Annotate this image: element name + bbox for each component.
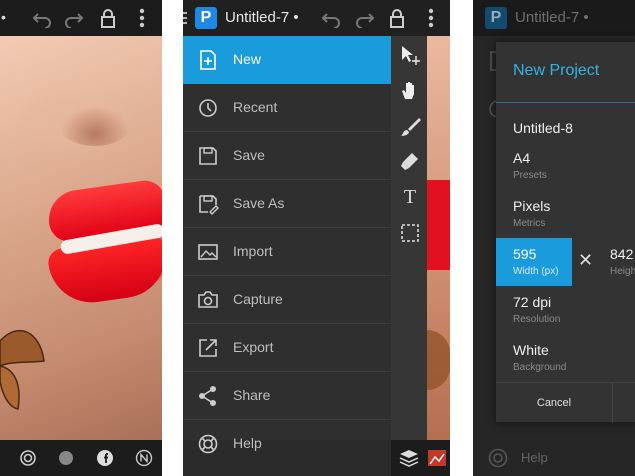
hand-tool-icon[interactable]	[399, 79, 421, 101]
background-value: White	[513, 342, 549, 358]
file-menu: New Recent Save Save As Import Capture E…	[183, 36, 391, 454]
height-label: Height (px)	[610, 266, 635, 277]
help-icon	[197, 433, 219, 455]
share-icon	[197, 385, 219, 407]
new-project-dialog: New Project Untitled-8 A4 Presets Pixels…	[496, 42, 635, 423]
photo-canvas[interactable]	[0, 36, 162, 440]
bottom-toolbar	[0, 440, 162, 476]
tool-strip: T	[391, 36, 427, 440]
eraser-tool-icon[interactable]	[399, 150, 421, 172]
background-label: Background	[513, 362, 567, 373]
menu-item-label: Help	[233, 435, 262, 451]
brush-tool-icon[interactable]	[399, 116, 421, 138]
overflow-menu-icon[interactable]	[423, 8, 439, 28]
cancel-button[interactable]: Cancel	[496, 383, 613, 423]
presets-field[interactable]: A4 Presets	[496, 142, 635, 190]
menu-item-new[interactable]: New	[183, 36, 391, 84]
preset-value: A4	[513, 150, 531, 166]
help-icon	[487, 447, 509, 469]
app-logo[interactable]: P	[195, 7, 217, 29]
menu-item-save[interactable]: Save	[183, 132, 391, 180]
preset-label: Presets	[513, 170, 547, 181]
menu-item-label: Import	[233, 243, 273, 259]
menu-item-share[interactable]: Share	[183, 372, 391, 420]
swap-dimensions-icon[interactable]: ✕	[578, 250, 593, 271]
undo-icon[interactable]	[32, 8, 52, 28]
overflow-menu-icon[interactable]	[134, 8, 150, 28]
redo-icon[interactable]	[64, 8, 84, 28]
dialog-divider	[496, 102, 635, 103]
menu-item-recent[interactable]: Recent	[183, 84, 391, 132]
top-toolbar: P Untitled-7 •	[183, 0, 450, 36]
menu-item-label: Capture	[233, 291, 283, 307]
metrics-field[interactable]: Pixels Metrics	[496, 190, 635, 238]
dialog-title: New Project	[513, 62, 600, 79]
selection-tool-icon[interactable]	[399, 222, 421, 244]
width-value: 595	[513, 246, 537, 262]
clock-icon	[197, 97, 219, 119]
resolution-field[interactable]: 72 dpi Resolution	[496, 286, 635, 334]
menu-item-import[interactable]: Import	[183, 228, 391, 276]
layers-icon[interactable]	[399, 448, 419, 468]
camera-icon	[197, 289, 219, 311]
menu-item-save-as[interactable]: Save As	[183, 180, 391, 228]
app-logo[interactable]: P	[485, 7, 507, 29]
resolution-label: Resolution	[513, 314, 561, 325]
menu-item-label: Save As	[233, 195, 285, 211]
panel-file-menu: P Untitled-7 • New Recent Save Save As I…	[183, 0, 450, 476]
metric-label: Metrics	[513, 218, 546, 229]
save-as-icon	[197, 193, 219, 215]
export-icon	[197, 337, 219, 359]
document-title: Untitled-7 •	[225, 9, 299, 26]
metric-value: Pixels	[513, 198, 551, 214]
undo-icon[interactable]	[321, 8, 341, 28]
save-icon	[197, 145, 219, 167]
lock-icon[interactable]	[98, 8, 118, 28]
menu-item-label: Export	[233, 339, 274, 355]
document-title: Untitled-7 •	[515, 9, 589, 26]
image-icon	[197, 241, 219, 263]
width-label: Width (px)	[513, 266, 559, 277]
n-badge-icon[interactable]	[135, 449, 153, 467]
hamburger-icon[interactable]	[183, 12, 187, 24]
redo-icon[interactable]	[355, 8, 375, 28]
top-toolbar: •	[0, 0, 162, 36]
menu-item-label: New	[233, 51, 262, 67]
help-label: Help	[521, 450, 548, 465]
height-field[interactable]: 842 Height (px)	[608, 238, 635, 286]
background-field[interactable]: White Background	[496, 334, 635, 382]
canvas-peek-lips	[427, 180, 450, 270]
menu-item-label: Recent	[233, 99, 278, 115]
resolution-value: 72 dpi	[513, 294, 552, 310]
facebook-icon[interactable]	[96, 449, 114, 467]
title-fragment: •	[1, 9, 6, 25]
height-value: 842	[610, 246, 634, 262]
texture-icon[interactable]	[57, 449, 75, 467]
top-toolbar: P Untitled-7 •	[473, 0, 635, 36]
dialog-actions: Cancel	[496, 382, 635, 423]
butterfly-tattoo	[0, 330, 45, 410]
panel-new-project: P Untitled-7 • New Project Untitled-8 A4…	[473, 0, 635, 476]
menu-item-label: Share	[233, 387, 271, 403]
project-name-value: Untitled-8	[513, 120, 573, 136]
new-file-icon	[197, 49, 219, 71]
width-field[interactable]: 595 Width (px)	[496, 238, 572, 286]
text-tool-icon[interactable]: T	[399, 186, 421, 208]
panel-editor-view: •	[0, 0, 162, 476]
menu-item-export[interactable]: Export	[183, 324, 391, 372]
target-icon[interactable]	[19, 449, 37, 467]
nose-shadow	[60, 106, 130, 146]
menu-item-help[interactable]: Help	[183, 420, 391, 468]
lock-icon[interactable]	[387, 8, 407, 28]
bottom-toolbar	[391, 440, 450, 476]
menu-item-label: Save	[233, 147, 265, 163]
move-tool-icon[interactable]	[399, 44, 421, 66]
bottom-bar: Help	[473, 440, 635, 476]
thumbnail-icon[interactable]	[427, 448, 447, 468]
menu-item-capture[interactable]: Capture	[183, 276, 391, 324]
